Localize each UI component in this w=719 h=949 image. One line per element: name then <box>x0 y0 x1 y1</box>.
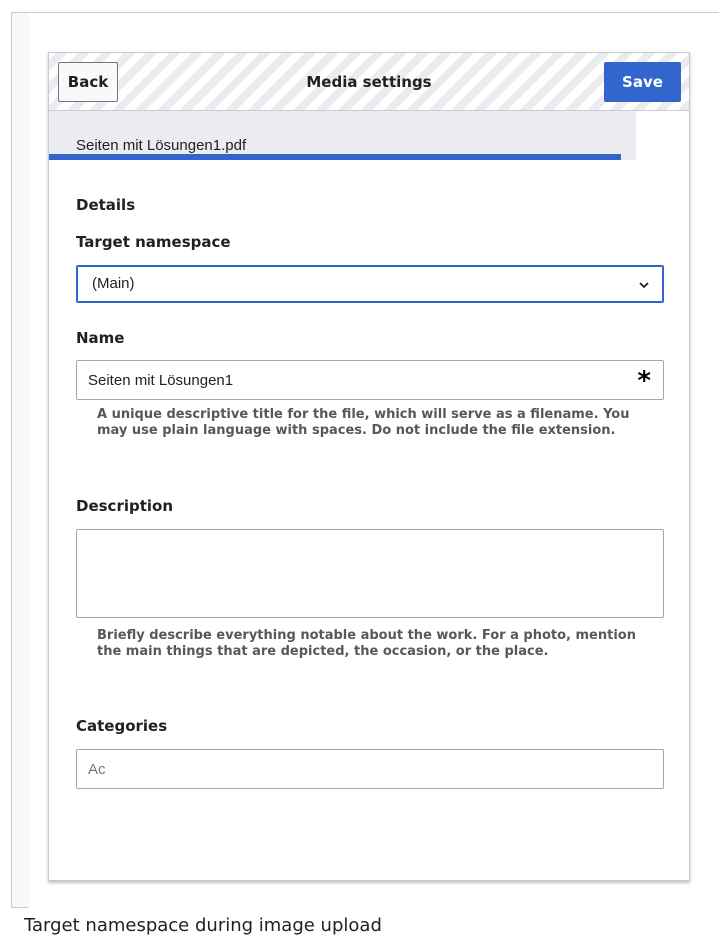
back-button[interactable]: Back <box>58 62 118 102</box>
description-textarea[interactable] <box>76 529 664 618</box>
media-settings-dialog: Back Media settings Save Seiten mit Lösu… <box>48 52 690 881</box>
file-upload-bar: Seiten mit Lösungen1.pdf <box>49 111 636 160</box>
chevron-down-icon <box>639 282 649 289</box>
upload-progress-bar <box>49 154 621 160</box>
details-heading: Details <box>76 196 136 214</box>
name-help-text: A unique descriptive title for the file,… <box>97 407 630 438</box>
required-icon: * <box>637 366 651 396</box>
name-label: Name <box>76 329 125 347</box>
namespace-select[interactable]: (Main) <box>76 265 664 303</box>
description-label: Description <box>76 497 174 515</box>
file-name: Seiten mit Lösungen1.pdf <box>76 137 247 154</box>
name-input-value: Seiten mit Lösungen1 <box>88 372 234 389</box>
dialog-title: Media settings <box>306 73 432 91</box>
categories-label: Categories <box>76 717 168 735</box>
name-input[interactable]: Seiten mit Lösungen1 * <box>76 360 664 400</box>
namespace-selected-value: (Main) <box>92 275 135 292</box>
namespace-label: Target namespace <box>76 233 231 251</box>
description-help-text: Briefly describe everything notable abou… <box>97 628 636 659</box>
dialog-header: Back Media settings Save <box>49 53 689 111</box>
categories-input[interactable]: Ac <box>76 749 664 789</box>
save-button[interactable]: Save <box>604 62 681 102</box>
image-caption: Target namespace during image upload <box>24 915 382 936</box>
categories-placeholder: Ac <box>88 761 106 778</box>
